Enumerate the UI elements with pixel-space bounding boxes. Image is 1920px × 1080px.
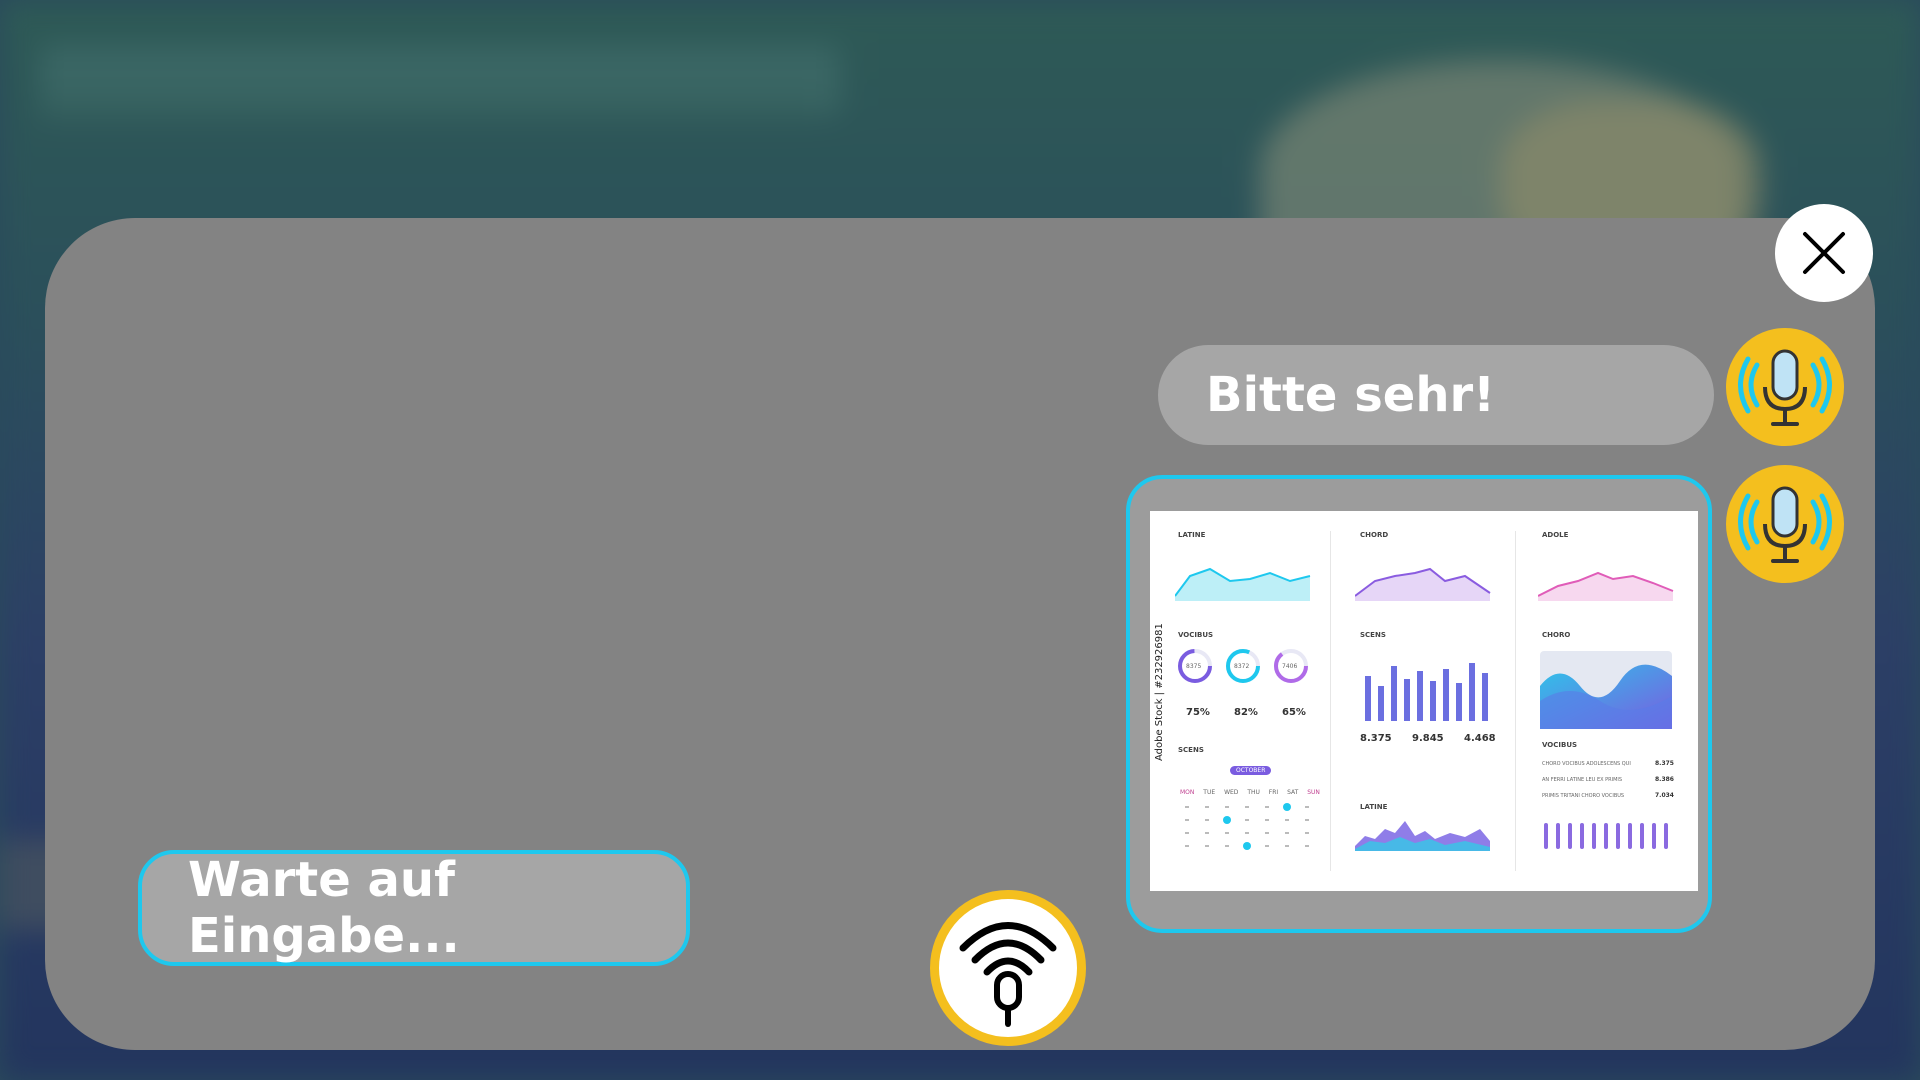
chart-label: CHORO bbox=[1542, 631, 1571, 639]
gradient-area-chart bbox=[1540, 651, 1672, 729]
status-text-field: Warte auf Eingabe... bbox=[138, 850, 690, 966]
slider-bars bbox=[1544, 823, 1668, 849]
chart-label: VOCIBUS bbox=[1542, 741, 1578, 749]
mic-broadcast-icon bbox=[959, 922, 1057, 1027]
calendar-grid bbox=[1185, 803, 1309, 850]
image-message[interactable]: Adobe Stock | #232926981 LATINE VOCIBUS … bbox=[1126, 475, 1712, 933]
voice-mic-icon bbox=[1738, 486, 1832, 563]
chart-label: SCENS bbox=[1178, 746, 1204, 754]
chart-label: LATINE bbox=[1178, 531, 1206, 539]
dashboard-image: Adobe Stock | #232926981 LATINE VOCIBUS … bbox=[1150, 511, 1698, 891]
close-button[interactable] bbox=[1775, 204, 1873, 302]
assistant-avatar bbox=[1726, 328, 1844, 446]
area-chart bbox=[1538, 571, 1674, 601]
voice-mic-icon bbox=[1738, 349, 1832, 426]
close-icon bbox=[1803, 232, 1845, 274]
watermark-text: Adobe Stock | #232926981 bbox=[1154, 623, 1165, 761]
chart-label: ADOLE bbox=[1542, 531, 1569, 539]
area-chart bbox=[1175, 567, 1311, 601]
chart-label: CHORD bbox=[1360, 531, 1389, 539]
calendar-weekdays: MON TUE WED THU FRI SAT SUN bbox=[1180, 789, 1320, 796]
assistant-avatar bbox=[1726, 465, 1844, 583]
area-chart bbox=[1355, 567, 1491, 601]
chart-label: LATINE bbox=[1360, 803, 1388, 811]
chart-label: VOCIBUS bbox=[1178, 631, 1214, 639]
chart-label: SCENS bbox=[1360, 631, 1386, 639]
bar-chart bbox=[1365, 663, 1488, 721]
microphone-button[interactable] bbox=[930, 890, 1086, 1046]
chat-message-bubble: Bitte sehr! bbox=[1158, 345, 1714, 445]
area-chart bbox=[1355, 821, 1490, 851]
